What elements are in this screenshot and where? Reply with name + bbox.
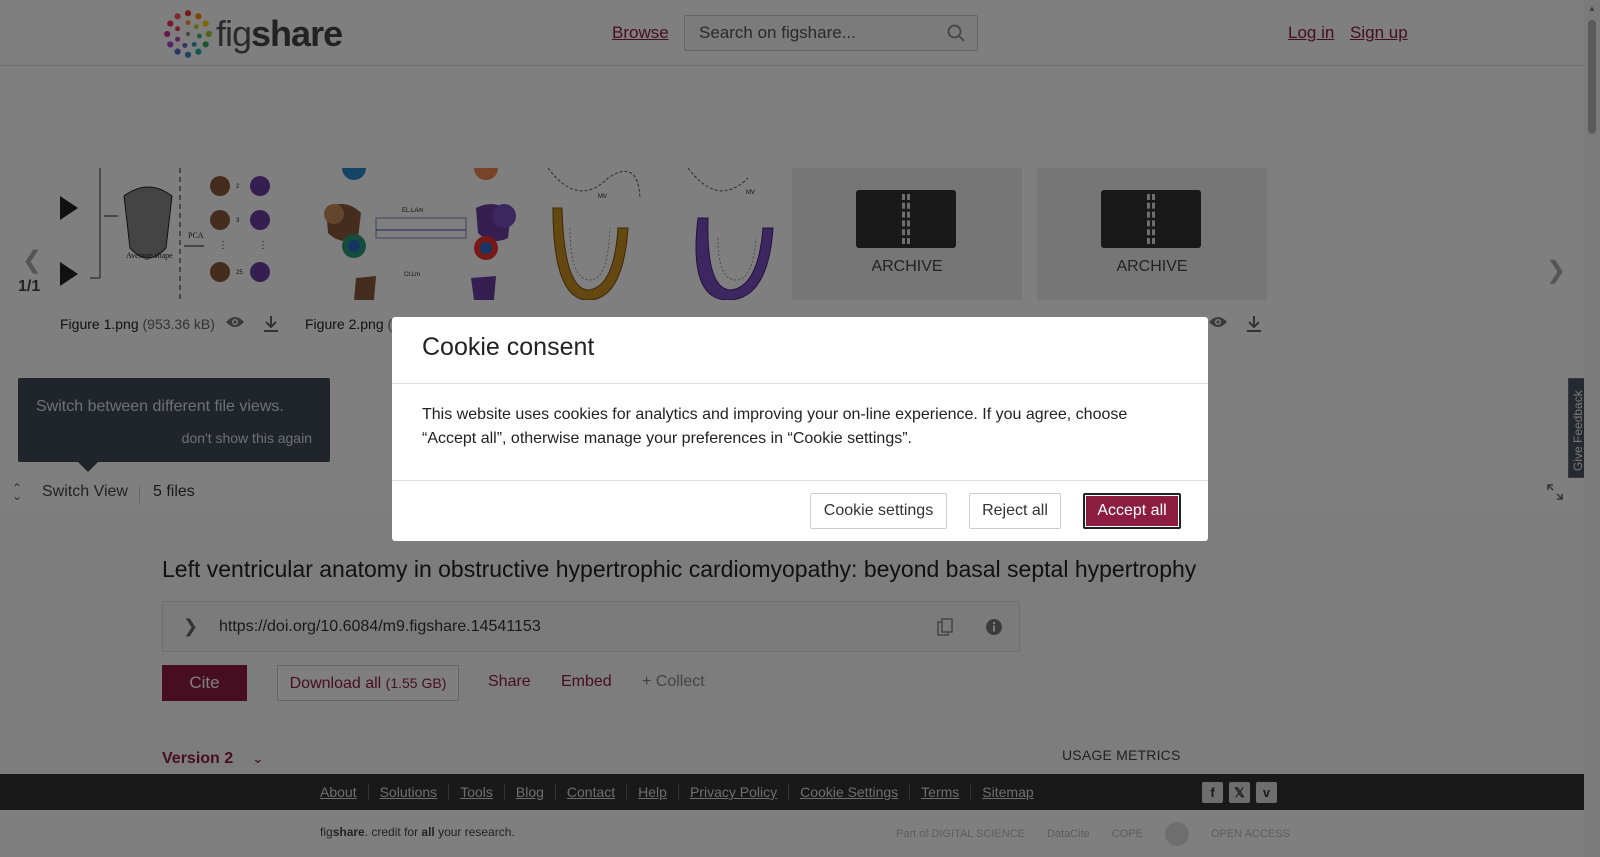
cookie-dialog-title: Cookie consent: [422, 333, 595, 361]
accept-all-button[interactable]: Accept all: [1083, 493, 1181, 529]
cookie-consent-dialog: Cookie consent This website uses cookies…: [392, 317, 1208, 541]
cookie-dialog-body: This website uses cookies for analytics …: [422, 406, 1128, 447]
reject-all-button[interactable]: Reject all: [969, 493, 1061, 529]
cookie-settings-button[interactable]: Cookie settings: [810, 493, 947, 529]
